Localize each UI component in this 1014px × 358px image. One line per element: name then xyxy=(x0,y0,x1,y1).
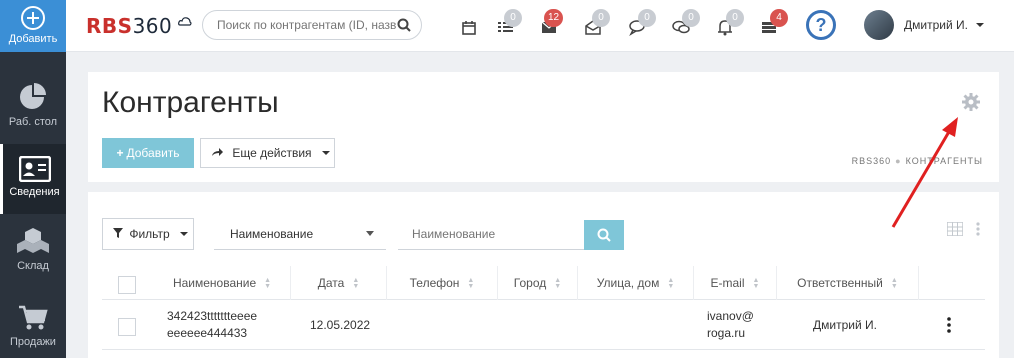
boxes-icon xyxy=(17,228,49,253)
cell-date: 12.05.2022 xyxy=(310,318,371,332)
chevron-down-icon xyxy=(976,23,985,27)
sidebar-item-label: Продажи xyxy=(10,336,56,348)
search-icon xyxy=(597,228,611,242)
more-actions-label: Еще действия xyxy=(232,146,312,160)
filter-input[interactable] xyxy=(398,218,584,250)
filter-button[interactable]: Фильтр xyxy=(102,218,194,250)
column-header-city[interactable]: Город ▲ ▼ xyxy=(498,266,578,300)
cloud-icon xyxy=(177,17,192,26)
table-row[interactable]: 342423ttttttteeee eeeeee444433 12.05.202… xyxy=(102,300,985,350)
logo[interactable]: RBS360 xyxy=(86,14,192,38)
gear-icon[interactable] xyxy=(961,92,981,112)
column-header-street[interactable]: Улица, дом ▲ ▼ xyxy=(578,266,694,300)
sidebar-item-info[interactable]: Сведения xyxy=(0,144,66,214)
table-panel: Фильтр Наименование Наименование ▲▼ Дата ▲… xyxy=(88,192,999,358)
search-box xyxy=(202,10,422,40)
breadcrumb-separator: ● xyxy=(895,156,902,166)
plus-icon: + xyxy=(116,146,124,160)
sidebar: Добавить Раб. стол Сведения Склад Продаж… xyxy=(0,0,66,358)
sidebar-item-label: Добавить xyxy=(8,33,58,45)
add-button[interactable]: + Добавить xyxy=(102,138,194,168)
column-header-name[interactable]: Наименование ▲ ▼ xyxy=(154,266,291,300)
sidebar-item-label: Склад xyxy=(17,260,49,272)
filter-field-select[interactable]: Наименование xyxy=(214,218,386,250)
mail-open-badge: 0 xyxy=(592,9,610,27)
search-icon[interactable] xyxy=(397,18,411,32)
share-icon xyxy=(212,148,223,156)
user-name: Дмитрий И. xyxy=(904,18,968,32)
row-actions-icon[interactable] xyxy=(946,317,952,333)
sidebar-item-dashboard[interactable]: Раб. стол xyxy=(0,74,66,144)
chats-badge: 0 xyxy=(682,9,700,27)
topbar: RBS360 0 12 0 0 xyxy=(66,0,1014,52)
row-checkbox[interactable] xyxy=(118,318,136,336)
column-label: Ответственный xyxy=(797,276,883,290)
page-header: Контрагенты + Добавить Еще действия RBS36… xyxy=(88,72,999,182)
avatar[interactable] xyxy=(864,10,894,40)
cell-name-line: 342423ttttttteeee xyxy=(167,309,258,323)
breadcrumb-root[interactable]: RBS360 xyxy=(852,156,892,166)
cell-email[interactable]: ivanov@ roga.ru xyxy=(707,308,754,342)
sidebar-item-add[interactable]: Добавить xyxy=(0,0,66,52)
pie-chart-icon xyxy=(20,83,46,109)
list-badge: 0 xyxy=(504,9,522,27)
calendar-icon[interactable] xyxy=(458,16,480,38)
sidebar-item-stock[interactable]: Склад xyxy=(0,218,66,288)
column-header-phone[interactable]: Телефон ▲ ▼ xyxy=(387,266,498,300)
filter-label: Фильтр xyxy=(129,227,170,241)
sort-icon: ▲ ▼ xyxy=(667,276,675,290)
sort-icon: ▲ ▼ xyxy=(264,276,272,290)
sort-icon: ▲ ▼ xyxy=(352,276,360,290)
filter-icon xyxy=(113,228,123,238)
sidebar-item-sales[interactable]: Продажи xyxy=(0,292,66,358)
column-label: Улица, дом xyxy=(596,276,660,290)
chat-badge: 0 xyxy=(638,9,656,27)
cell-email-line: ivanov@ xyxy=(707,309,754,323)
column-label: Дата xyxy=(317,276,345,290)
column-label: Город xyxy=(513,276,547,290)
sidebar-item-label: Раб. стол xyxy=(8,116,58,128)
column-label: Наименование xyxy=(172,276,257,290)
sort-icon: ▲ ▼ xyxy=(752,276,760,290)
id-card-icon xyxy=(18,156,51,182)
cart-icon xyxy=(19,305,48,330)
bell-badge: 0 xyxy=(726,9,744,27)
plus-circle-icon xyxy=(21,6,45,30)
more-actions-button[interactable]: Еще действия xyxy=(200,138,335,168)
user-menu[interactable]: Дмитрий И. xyxy=(904,18,985,32)
stack-badge: 4 xyxy=(770,9,788,27)
breadcrumb-current: КОНТРАГЕНТЫ xyxy=(905,156,983,166)
chevron-down-icon xyxy=(321,151,330,155)
search-input[interactable] xyxy=(217,11,397,39)
column-label: Телефон xyxy=(409,276,460,290)
cell-name-line: eeeeee444433 xyxy=(167,326,248,340)
column-header-email[interactable]: E-mail ▲ ▼ xyxy=(694,266,777,300)
column-header-date[interactable]: Дата ▲ ▼ xyxy=(291,266,387,300)
select-all-checkbox[interactable] xyxy=(118,276,136,294)
caret-down-icon xyxy=(366,231,374,236)
sidebar-item-label: Сведения xyxy=(9,186,60,198)
table-header: Наименование ▲ ▼ Дата ▲ ▼ Телефон ▲ ▼ Город ▲ ▼ … xyxy=(102,266,985,300)
sort-icon: ▲ ▼ xyxy=(467,276,475,290)
chevron-down-icon xyxy=(180,232,188,236)
cell-email-line: roga.ru xyxy=(707,326,746,340)
filter-field-value: Наименование xyxy=(230,227,314,241)
logo-numbers: 360 xyxy=(132,14,173,38)
page-title: Контрагенты xyxy=(102,86,279,119)
breadcrumb: RBS360 ● КОНТРАГЕНТЫ xyxy=(852,156,983,166)
more-vertical-icon[interactable] xyxy=(975,222,981,236)
column-header-owner[interactable]: Ответственный ▲ ▼ xyxy=(777,266,919,300)
cell-name[interactable]: 342423ttttttteeee eeeeee444433 xyxy=(167,308,257,342)
help-icon[interactable]: ? xyxy=(806,10,836,40)
add-button-label: Добавить xyxy=(126,146,180,160)
table-tools xyxy=(945,221,981,241)
filter-search-button[interactable] xyxy=(584,220,624,250)
sort-icon: ▲ ▼ xyxy=(890,276,898,290)
logo-letters: RBS xyxy=(86,14,133,38)
sort-icon: ▲ ▼ xyxy=(554,276,562,290)
column-label: E-mail xyxy=(710,276,745,290)
grid-view-icon[interactable] xyxy=(945,221,964,237)
cell-owner: Дмитрий И. xyxy=(813,318,877,332)
mail-badge: 12 xyxy=(544,9,564,27)
